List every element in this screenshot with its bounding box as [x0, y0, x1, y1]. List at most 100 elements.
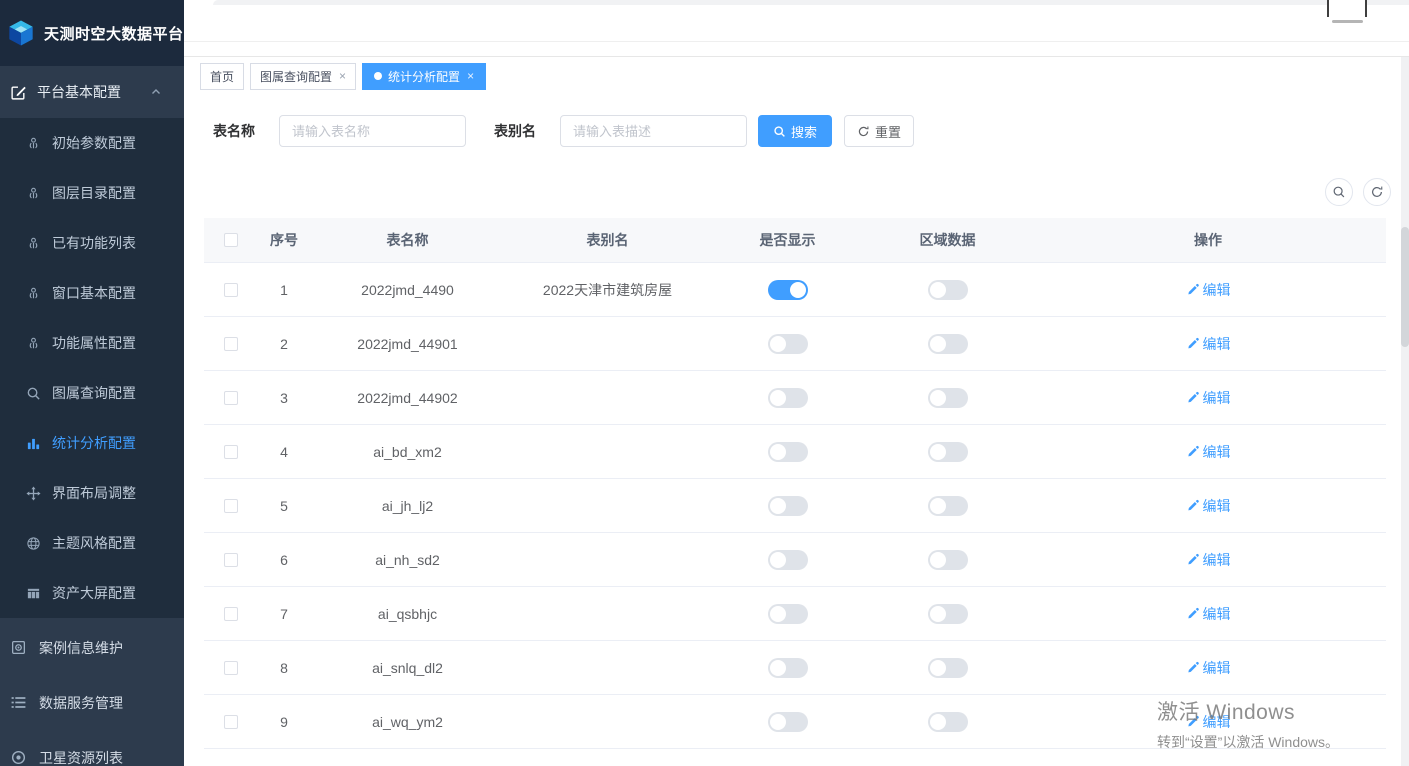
- table-body: 1 2022jmd_4490 2022天津市建筑房屋 编辑 2 2022jmd_…: [204, 263, 1386, 749]
- row-checkbox[interactable]: [224, 607, 238, 621]
- claw-icon: [26, 186, 42, 201]
- show-toggle[interactable]: [768, 712, 808, 732]
- sidebar-item-case-maintenance[interactable]: 案例信息维护: [0, 620, 184, 675]
- row-checkbox[interactable]: [224, 553, 238, 567]
- sidebar-item-existing-functions[interactable]: 已有功能列表: [0, 218, 184, 268]
- row-index: 8: [258, 660, 310, 676]
- sidebar-item-window-config[interactable]: 窗口基本配置: [0, 268, 184, 318]
- row-index: 5: [258, 498, 310, 514]
- edit-button[interactable]: 编辑: [1186, 496, 1231, 516]
- search-button[interactable]: 搜索: [758, 115, 832, 147]
- pencil-icon: [1186, 283, 1199, 296]
- edit-button[interactable]: 编辑: [1186, 280, 1231, 300]
- region-data-toggle[interactable]: [928, 712, 968, 732]
- sidebar-item-layer-catalog[interactable]: 图层目录配置: [0, 168, 184, 218]
- row-checkbox[interactable]: [224, 337, 238, 351]
- top-navbar: [184, 0, 1409, 42]
- region-data-toggle[interactable]: [928, 550, 968, 570]
- region-data-toggle[interactable]: [928, 604, 968, 624]
- region-data-toggle[interactable]: [928, 388, 968, 408]
- row-checkbox[interactable]: [224, 445, 238, 459]
- close-icon[interactable]: ×: [467, 70, 474, 82]
- show-toggle[interactable]: [768, 496, 808, 516]
- sidebar-item-initial-params[interactable]: 初始参数配置: [0, 118, 184, 168]
- row-checkbox[interactable]: [224, 661, 238, 675]
- sidebar-item-function-attrs[interactable]: 功能属性配置: [0, 318, 184, 368]
- edit-button[interactable]: 编辑: [1186, 712, 1231, 732]
- tab-attribute-query-config[interactable]: 图属查询配置 ×: [250, 63, 356, 90]
- claw-icon: [26, 336, 42, 351]
- show-toggle[interactable]: [768, 388, 808, 408]
- app-logo[interactable]: 天测时空大数据平台: [0, 0, 184, 66]
- cutoff-window-fragment: [1327, 0, 1367, 17]
- pencil-icon: [1186, 499, 1199, 512]
- sidebar-group-platform-config[interactable]: 平台基本配置: [0, 66, 184, 118]
- search-icon: [26, 386, 42, 401]
- table-refresh-button[interactable]: [1363, 178, 1391, 206]
- sidebar-item-data-service[interactable]: 数据服务管理: [0, 675, 184, 730]
- row-table-name: ai_nh_sd2: [310, 552, 505, 568]
- row-table-name: ai_wq_ym2: [310, 714, 505, 730]
- table-alias-input[interactable]: [560, 115, 747, 147]
- row-index: 7: [258, 606, 310, 622]
- edit-button[interactable]: 编辑: [1186, 334, 1231, 354]
- row-index: 9: [258, 714, 310, 730]
- sidebar-item-theme-style[interactable]: 主题风格配置: [0, 518, 184, 568]
- sidebar-item-asset-dashboard[interactable]: 资产大屏配置: [0, 568, 184, 618]
- region-data-toggle[interactable]: [928, 658, 968, 678]
- select-all-checkbox[interactable]: [224, 233, 238, 247]
- edit-button[interactable]: 编辑: [1186, 442, 1231, 462]
- edit-button[interactable]: 编辑: [1186, 388, 1231, 408]
- show-toggle[interactable]: [768, 604, 808, 624]
- row-checkbox[interactable]: [224, 499, 238, 513]
- claw-icon: [26, 236, 42, 251]
- row-checkbox[interactable]: [224, 283, 238, 297]
- reset-button[interactable]: 重置: [844, 115, 914, 147]
- table-row: 9 ai_wq_ym2 编辑: [204, 695, 1386, 749]
- row-checkbox[interactable]: [224, 715, 238, 729]
- edit-button[interactable]: 编辑: [1186, 550, 1231, 570]
- table-alias-label: 表别名: [494, 121, 536, 141]
- sidebar-item-attribute-query[interactable]: 图属查询配置: [0, 368, 184, 418]
- pencil-icon: [1186, 661, 1199, 674]
- col-header-alias: 表别名: [505, 230, 710, 250]
- table-row: 8 ai_snlq_dl2 编辑: [204, 641, 1386, 695]
- row-index: 6: [258, 552, 310, 568]
- sidebar-item-layout-adjust[interactable]: 界面布局调整: [0, 468, 184, 518]
- region-data-toggle[interactable]: [928, 496, 968, 516]
- show-toggle[interactable]: [768, 550, 808, 570]
- active-dot-icon: [374, 72, 382, 80]
- show-toggle[interactable]: [768, 334, 808, 354]
- table-name-input[interactable]: [279, 115, 466, 147]
- search-icon: [773, 125, 786, 138]
- row-table-name: ai_snlq_dl2: [310, 660, 505, 676]
- row-checkbox[interactable]: [224, 391, 238, 405]
- scrollbar-thumb[interactable]: [1401, 227, 1409, 347]
- row-index: 3: [258, 390, 310, 406]
- show-toggle[interactable]: [768, 658, 808, 678]
- tab-statistics-config[interactable]: 统计分析配置 ×: [362, 63, 486, 90]
- edit-button[interactable]: 编辑: [1186, 658, 1231, 678]
- show-toggle[interactable]: [768, 442, 808, 462]
- table-search-toggle-button[interactable]: [1325, 178, 1353, 206]
- sidebar-item-statistics-config[interactable]: 统计分析配置: [0, 418, 184, 468]
- cutoff-window-handle: [1332, 20, 1363, 23]
- app-window: 天测时空大数据平台 平台基本配置 初始参数配置: [0, 0, 1409, 766]
- col-header-region: 区域数据: [865, 230, 1030, 250]
- app-title: 天测时空大数据平台: [44, 23, 184, 44]
- row-table-name: 2022jmd_44902: [310, 390, 505, 406]
- scrollbar[interactable]: [1401, 57, 1409, 766]
- pencil-icon: [1186, 337, 1199, 350]
- sidebar: 天测时空大数据平台 平台基本配置 初始参数配置: [0, 0, 184, 766]
- show-toggle[interactable]: [768, 280, 808, 300]
- edit-button[interactable]: 编辑: [1186, 604, 1231, 624]
- region-data-toggle[interactable]: [928, 334, 968, 354]
- sidebar-item-satellite-resources[interactable]: 卫星资源列表: [0, 730, 184, 766]
- col-header-index: 序号: [258, 230, 310, 250]
- refresh-icon: [1370, 185, 1384, 199]
- region-data-toggle[interactable]: [928, 442, 968, 462]
- tab-home[interactable]: 首页: [200, 63, 244, 90]
- table-row: 7 ai_qsbhjc 编辑: [204, 587, 1386, 641]
- region-data-toggle[interactable]: [928, 280, 968, 300]
- close-icon[interactable]: ×: [339, 70, 346, 82]
